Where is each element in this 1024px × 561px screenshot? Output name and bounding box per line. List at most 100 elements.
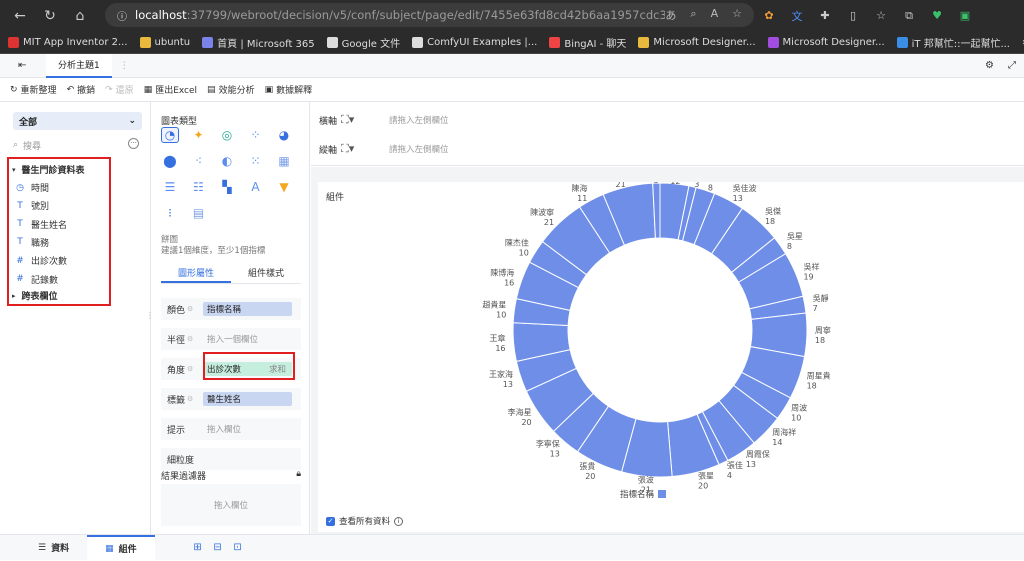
add-report-icon[interactable]: ⊡ [231, 541, 245, 555]
scatter-chart-icon[interactable]: ⁘ [247, 127, 265, 143]
donut-chart[interactable]: 黃晨12劉保貴3劉田甜8吳佳波13吳傑18吳星8吳祥19吳靜7周寧18周星貴18… [318, 182, 1024, 492]
health-icon[interactable]: ♥ [928, 7, 946, 25]
chart-legend[interactable]: 指標名稱 [620, 488, 667, 500]
bookmark-item[interactable]: iT 邦幫忙::一起幫忙... [896, 35, 1010, 50]
bookmark-item[interactable]: Microsoft Designer... [767, 36, 885, 48]
tab-more-icon[interactable]: ⋮ [120, 61, 129, 71]
prop-dropzone[interactable]: 拖入欄位 [203, 422, 292, 436]
export-excel-button[interactable]: ▦ 匯出Excel [144, 83, 197, 97]
fullscreen-icon[interactable]: ⤢ [1008, 60, 1016, 71]
app-header: ⇤ 分析主題1 ⋮ ⚙ ⤢ [0, 53, 1024, 78]
matrix-table-icon[interactable]: ▤ [190, 205, 208, 221]
field-search[interactable]: ⌕ 搜尋 [13, 138, 118, 152]
field-item[interactable]: T 號別 [15, 199, 49, 213]
field-item[interactable]: T 醫生姓名 [15, 218, 67, 231]
more-icon[interactable]: ··· [128, 138, 139, 149]
bookmark-item[interactable]: 首頁 | Microsoft 365 [202, 35, 315, 50]
bubble-chart-icon[interactable]: ◕ [275, 127, 293, 143]
heatmap-icon[interactable]: ▦ [275, 153, 293, 169]
cross-table-group[interactable]: ▸ 跨表欄位 [12, 289, 58, 303]
donut-chart-icon[interactable]: ◎ [218, 127, 236, 143]
field-item[interactable]: # 出診次數 [15, 254, 67, 268]
favorites-icon[interactable]: ☆ [872, 7, 890, 25]
collections-icon[interactable]: ⧉ [900, 7, 918, 25]
redo-button[interactable]: ↷ 還原 [105, 83, 134, 97]
zoom-icon[interactable]: ⌕ [690, 7, 696, 23]
word-cloud-icon[interactable]: A [247, 179, 265, 195]
data-explain-button[interactable]: ▣ 數據解釋 [265, 83, 313, 97]
detail-table-icon[interactable]: ☰ [161, 179, 179, 195]
data-tab[interactable]: ☰ 資料 [20, 535, 87, 561]
y-axis-type-icon[interactable]: ⛶▾ [341, 142, 369, 156]
prop-dropzone[interactable]: 拖入一個欄位 [203, 332, 292, 346]
bookmarks-bar: MIT App Inventor 2... ubuntu 首頁 | Microsof… [0, 31, 1024, 54]
tab-subject[interactable]: 分析主題1 [46, 53, 112, 78]
panel-splitter-icon[interactable]: ⋮ [146, 311, 154, 320]
rose-chart-icon[interactable]: ✦ [190, 127, 208, 143]
filter-dropzone[interactable]: 拖入欄位 [161, 484, 301, 526]
slice-value-label: 20 [698, 481, 708, 490]
area-map-icon[interactable]: ◐ [218, 153, 236, 169]
bookmark-item[interactable]: Microsoft Designer... [638, 36, 756, 48]
point-map-icon[interactable]: ⁖ [190, 153, 208, 169]
component-tab[interactable]: ▦ 組件 [87, 534, 155, 561]
tab-graph-props[interactable]: 圖形屬性 [161, 266, 231, 283]
favorite-icon[interactable]: ☆ [732, 7, 742, 23]
bookmark-item[interactable]: Google 文件 [326, 35, 400, 50]
undo-button[interactable]: ↶ 撤銷 [67, 83, 96, 97]
add-dashboard-icon[interactable]: ⊟ [211, 541, 225, 555]
home-icon[interactable]: ⌂ [65, 1, 95, 31]
extension-icon[interactable]: ✿ [760, 7, 778, 25]
treemap-icon[interactable]: ▚ [218, 179, 236, 195]
address-bar[interactable]: ⓘ localhost :37799/webroot/decision/v5/c… [105, 3, 754, 27]
x-axis-row[interactable]: 橫軸 ⛶▾ 請拖入左側欄位 [319, 109, 1019, 131]
text-icon[interactable]: A [711, 7, 719, 23]
prop-dropzone[interactable]: 醫生姓名 [203, 392, 292, 406]
tab-component-style[interactable]: 組件樣式 [231, 266, 301, 283]
y-axis-dropzone[interactable]: 請拖入左側欄位 [389, 143, 449, 155]
x-axis-type-icon[interactable]: ⛶▾ [341, 113, 369, 127]
prop-dropzone[interactable] [203, 452, 292, 466]
split-screen-icon[interactable]: ▯ [844, 7, 862, 25]
settings-icon[interactable]: ⚙ [187, 335, 193, 343]
collapse-icon[interactable]: ⇤ [18, 60, 26, 71]
info-icon[interactable]: ⓘ [117, 8, 127, 23]
translate-icon[interactable]: 文 [788, 7, 806, 25]
settings-icon[interactable]: ⚙ [187, 395, 193, 403]
field-item[interactable]: ◷ 時間 [15, 181, 49, 195]
prop-dropzone[interactable]: 指標名稱 [203, 302, 292, 316]
read-aloud-icon[interactable]: あ [665, 7, 676, 23]
bookmark-item[interactable]: ComfyUI Examples |... [412, 36, 537, 48]
funnel-chart-icon[interactable]: ▼ [275, 179, 293, 195]
flow-map-icon[interactable]: ⁙ [247, 153, 265, 169]
network-chart-icon[interactable]: ⬤ [161, 153, 179, 169]
table-group[interactable]: ▾ 醫生門診資料表 [12, 163, 85, 177]
boxplot-icon[interactable]: ⁝ [161, 205, 179, 221]
checkbox-icon[interactable]: ✓ [326, 516, 335, 526]
settings-icon[interactable]: ⚙ [187, 305, 193, 313]
bookmark-item[interactable]: MIT App Inventor 2... [8, 36, 128, 48]
browser-essentials-icon[interactable]: ▣ [956, 7, 974, 25]
puzzle-icon[interactable]: ✚ [816, 7, 834, 25]
group-table-icon[interactable]: ☷ [190, 179, 208, 195]
bookmark-item[interactable]: ubuntu [139, 36, 190, 48]
slice-value-label: 18 [815, 336, 825, 345]
reorganize-button[interactable]: ↻ 重新整理 [10, 83, 57, 97]
back-icon[interactable]: ← [5, 1, 35, 31]
reload-icon[interactable]: ↻ [35, 1, 65, 31]
settings-icon[interactable]: ⚙ [985, 60, 994, 71]
field-item[interactable]: # 記錄數 [15, 273, 58, 286]
info-icon[interactable]: i [394, 516, 404, 526]
settings-icon[interactable]: ⚙ [187, 365, 193, 373]
field-label: 記錄數 [31, 275, 59, 286]
field-item[interactable]: T 職務 [15, 236, 49, 249]
x-axis-dropzone[interactable]: 請拖入左側欄位 [389, 114, 449, 126]
lock-icon[interactable]: 🔒︎ [296, 469, 301, 482]
pie-chart-icon[interactable]: ◔ [161, 127, 179, 143]
add-component-icon[interactable]: ⊞ [191, 541, 205, 555]
y-axis-row[interactable]: 縱軸 ⛶▾ 請拖入左側欄位 [319, 138, 1019, 160]
perf-analysis-button[interactable]: ▤ 效能分析 [207, 83, 255, 97]
bookmark-item[interactable]: BingAI - 聊天 [549, 35, 626, 50]
show-all-data[interactable]: ✓ 查看所有資料 i [326, 515, 404, 527]
scope-select[interactable]: 全部 ⌄ [13, 112, 142, 130]
